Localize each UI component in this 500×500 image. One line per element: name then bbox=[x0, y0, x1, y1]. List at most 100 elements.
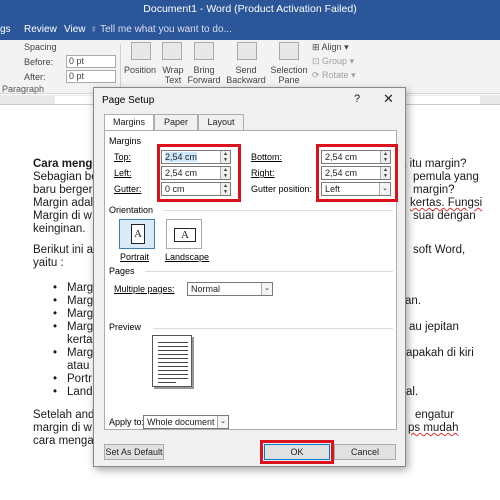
send-backward-icon[interactable] bbox=[237, 42, 257, 60]
group-button[interactable]: ⊡ Group ▾ bbox=[312, 56, 354, 67]
before-spinner[interactable]: 0 pt bbox=[66, 55, 116, 68]
bullet-icon: • bbox=[53, 308, 58, 320]
selection-pane-icon[interactable] bbox=[279, 42, 299, 60]
page-preview bbox=[152, 335, 192, 387]
doc-text-fragment: Margin di w bbox=[33, 210, 92, 222]
close-icon[interactable]: ✕ bbox=[383, 91, 394, 107]
doc-text-fragment: apakah di kiri bbox=[406, 347, 474, 359]
bullet-icon: • bbox=[53, 295, 58, 307]
after-label: After: bbox=[24, 72, 46, 82]
bullet-icon: • bbox=[53, 347, 58, 359]
margins-panel: Margins Top: 2,54 cm ▲ ▼ Left: 2,54 cm ▲ ▼ G… bbox=[104, 130, 398, 430]
tab-review[interactable]: Review bbox=[24, 24, 57, 35]
list-item: Land bbox=[67, 386, 93, 398]
send-backward-button[interactable]: Send Backward bbox=[225, 65, 267, 85]
list-item: Marg bbox=[67, 321, 94, 333]
tab-layout[interactable]: Layout bbox=[198, 114, 244, 130]
doc-text-fragment: au jepitan bbox=[409, 321, 459, 333]
doc-text-fragment: al. bbox=[406, 386, 419, 398]
doc-text-fragment: ps mudah bbox=[408, 422, 459, 434]
list-item: Marg bbox=[67, 295, 94, 307]
tab-layout[interactable]: gs bbox=[0, 24, 11, 35]
ribbon: Spacing Before: 0 pt After: 0 pt Positio… bbox=[0, 40, 500, 94]
list-item: Marg bbox=[67, 282, 94, 294]
left-label: Left: bbox=[114, 168, 132, 178]
dialog-title: Page Setup bbox=[102, 95, 155, 106]
pages-heading: Pages bbox=[109, 266, 135, 276]
bullet-icon: • bbox=[53, 373, 58, 385]
multiple-pages-select[interactable]: Normal ⌄ bbox=[187, 282, 273, 296]
doc-text-fragment: Berikut ini a bbox=[33, 244, 94, 256]
position-button[interactable]: Position bbox=[124, 65, 156, 75]
doc-text-fragment: kertas. Fungsi bbox=[410, 197, 483, 209]
selection-pane-button[interactable]: Selection Pane bbox=[270, 65, 308, 85]
highlight-box-left-margins bbox=[157, 144, 241, 202]
landscape-option[interactable]: A bbox=[166, 219, 202, 249]
list-item: kerta bbox=[67, 334, 93, 346]
multiple-pages-label: Multiple pages: bbox=[114, 284, 175, 294]
wrap-text-icon[interactable] bbox=[162, 42, 182, 60]
title-bar: Document1 - Word (Product Activation Fai… bbox=[0, 0, 500, 20]
list-item: Marg bbox=[67, 308, 94, 320]
portrait-option[interactable]: A bbox=[119, 219, 155, 249]
before-label: Before: bbox=[24, 57, 54, 67]
bottom-label: Bottom: bbox=[251, 152, 283, 162]
margins-heading: Margins bbox=[109, 136, 142, 146]
rotate-button[interactable]: ⟳ Rotate ▾ bbox=[312, 70, 356, 81]
bring-forward-button[interactable]: Bring Forward bbox=[186, 65, 222, 85]
top-label: Top: bbox=[114, 152, 132, 162]
bullet-icon: • bbox=[53, 386, 58, 398]
highlight-box-right-margins bbox=[316, 144, 398, 202]
right-label: Right: bbox=[251, 168, 275, 178]
spacing-label: Spacing bbox=[24, 42, 57, 52]
highlight-box-ok bbox=[260, 440, 334, 464]
paragraph-group-label: Paragraph bbox=[2, 84, 45, 94]
tell-me-box[interactable]: ♀ Tell me what you want to do... bbox=[90, 24, 232, 35]
bullet-icon: • bbox=[53, 282, 58, 294]
tab-view[interactable]: View bbox=[64, 24, 86, 35]
doc-text-fragment: margin di w bbox=[33, 422, 92, 434]
chevron-down-icon[interactable]: ⌄ bbox=[261, 283, 272, 295]
chevron-down-icon[interactable]: ⌄ bbox=[217, 416, 228, 428]
apply-to-select[interactable]: Whole document ⌄ bbox=[143, 415, 229, 429]
landscape-page-icon: A bbox=[174, 228, 196, 242]
tab-margins[interactable]: Margins bbox=[104, 114, 154, 131]
doc-text-fragment: margin? bbox=[413, 184, 455, 196]
gutter-position-label: Gutter position: bbox=[251, 184, 313, 194]
orientation-heading: Orientation bbox=[109, 205, 154, 215]
list-item: Marg bbox=[67, 347, 94, 359]
doc-text-fragment: suai dengan bbox=[413, 210, 476, 222]
gutter-label: Gutter: bbox=[114, 184, 142, 194]
align-button[interactable]: ⊞ Align ▾ bbox=[312, 42, 349, 53]
lightbulb-icon: ♀ bbox=[90, 24, 101, 35]
landscape-label: Landscape bbox=[165, 252, 210, 262]
doc-text-fragment: Setelah and bbox=[33, 409, 95, 421]
doc-text-fragment: Margin adal bbox=[33, 197, 94, 209]
set-as-default-button[interactable]: Set As Default bbox=[104, 444, 164, 460]
tab-paper[interactable]: Paper bbox=[154, 114, 198, 130]
portrait-page-icon: A bbox=[131, 224, 145, 244]
preview-heading: Preview bbox=[109, 322, 142, 332]
after-spinner[interactable]: 0 pt bbox=[66, 70, 116, 83]
list-item: atau bbox=[67, 360, 90, 372]
doc-text-fragment: engatur bbox=[415, 409, 455, 421]
page-setup-dialog: Page Setup ? ✕ Paper Layout Margins Marg… bbox=[93, 87, 406, 467]
doc-text-fragment: baru berger bbox=[33, 184, 93, 196]
doc-text-fragment: Sebagian be bbox=[33, 171, 98, 183]
list-item: Portr bbox=[67, 373, 92, 385]
window-title: Document1 - Word (Product Activation Fai… bbox=[143, 3, 357, 15]
apply-to-label: Apply to: bbox=[109, 417, 145, 427]
doc-text-fragment: an. bbox=[405, 295, 421, 307]
bullet-icon: • bbox=[53, 321, 58, 333]
doc-text-fragment: soft Word, bbox=[413, 244, 466, 256]
doc-heading: Cara meng bbox=[33, 158, 93, 170]
ribbon-tab-bar: gs Review View ♀ Tell me what you want t… bbox=[0, 20, 500, 40]
position-icon[interactable] bbox=[131, 42, 151, 60]
doc-text-fragment: a itu margin? bbox=[400, 158, 467, 170]
portrait-label: Portrait bbox=[120, 252, 150, 262]
wrap-text-button[interactable]: Wrap Text bbox=[160, 65, 186, 85]
cancel-button[interactable]: Cancel bbox=[334, 444, 396, 460]
bring-forward-icon[interactable] bbox=[194, 42, 214, 60]
doc-text-fragment: keinginan. bbox=[33, 223, 86, 235]
help-icon[interactable]: ? bbox=[354, 93, 360, 105]
